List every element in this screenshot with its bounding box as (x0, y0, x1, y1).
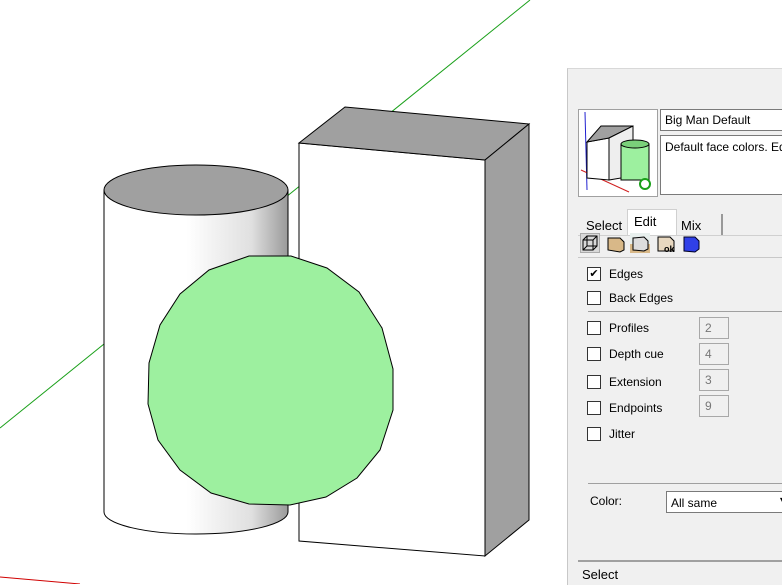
jitter-checkbox[interactable] (587, 427, 601, 441)
divider (578, 257, 782, 258)
color-select[interactable]: All same ▼ (666, 491, 782, 513)
extension-checkbox[interactable] (587, 375, 601, 389)
depth-cue-checkbox[interactable] (587, 347, 601, 361)
profiles-width-input[interactable]: 2 (699, 317, 729, 339)
depth-cue-input[interactable]: 4 (699, 343, 729, 365)
profiles-label: Profiles (609, 321, 650, 335)
modeling-settings-icon[interactable] (681, 233, 701, 253)
styles-panel: Big Man Default Default face colors. Edg… (567, 68, 782, 585)
endpoints-label: Endpoints (609, 401, 663, 415)
divider (588, 311, 782, 312)
edges-option[interactable]: ✔ Edges (587, 266, 643, 282)
extension-option[interactable]: Extension (587, 374, 662, 390)
depth-cue-option[interactable]: Depth cue (587, 346, 664, 362)
back-edges-checkbox[interactable] (587, 291, 601, 305)
svg-text:ok: ok (664, 244, 675, 253)
watermark-settings-icon[interactable]: ok (656, 233, 676, 254)
back-edges-option[interactable]: Back Edges (587, 290, 673, 306)
3d-viewport[interactable] (0, 0, 567, 584)
jitter-option[interactable]: Jitter (587, 426, 635, 442)
profiles-option[interactable]: Profiles (587, 320, 649, 336)
chevron-down-icon[interactable]: ▼ (778, 495, 782, 505)
divider (588, 483, 782, 484)
red-axis (0, 576, 81, 584)
profiles-checkbox[interactable] (587, 321, 601, 335)
face-settings-icon[interactable] (606, 233, 626, 253)
color-label: Color: (590, 494, 623, 508)
endpoints-input[interactable]: 9 (699, 395, 729, 417)
endpoints-checkbox[interactable] (587, 401, 601, 415)
style-description-input[interactable]: Default face colors. Edges on (660, 135, 782, 195)
edges-label: Edges (609, 267, 644, 281)
status-bar: Select (578, 560, 782, 585)
endpoints-option[interactable]: Endpoints (587, 400, 662, 416)
depth-cue-label: Depth cue (609, 347, 664, 361)
edges-checkbox[interactable]: ✔ (587, 267, 601, 281)
edge-settings-icon[interactable] (580, 233, 600, 253)
back-edges-label: Back Edges (609, 291, 674, 305)
green-circle-face[interactable] (147, 255, 394, 506)
extension-label: Extension (609, 375, 662, 389)
style-name-input[interactable]: Big Man Default (660, 109, 782, 131)
background-settings-icon[interactable] (630, 233, 650, 253)
color-select-value: All same (671, 496, 718, 510)
extension-input[interactable]: 3 (699, 369, 729, 391)
style-thumbnail[interactable] (578, 109, 658, 197)
tab-edit[interactable]: Edit (627, 209, 677, 235)
jitter-label: Jitter (609, 427, 636, 441)
